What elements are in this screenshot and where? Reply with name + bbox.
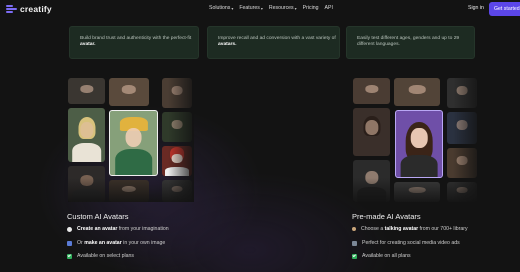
avatar-tile <box>394 182 440 202</box>
brand-logo[interactable]: creatify <box>6 4 52 14</box>
check-icon <box>352 253 357 259</box>
avatar-tile <box>447 78 477 108</box>
menu-features[interactable]: Features ▾ <box>239 5 263 11</box>
get-started-button[interactable]: Get started <box>489 2 520 16</box>
avatar-tile <box>447 112 477 144</box>
avatar-tile-featured <box>395 110 443 178</box>
premade-feature-item: Perfect for creating social media video … <box>352 240 460 246</box>
custom-feature-item: Create an avatar from your imagination <box>67 226 169 232</box>
custom-feature-item: Available on select plans <box>67 253 134 259</box>
main-menu: Solutions ▾ Features ▾ Resources ▾ Pricing … <box>209 5 333 11</box>
grid-icon <box>352 240 357 246</box>
avatar-tile-santa <box>162 146 192 176</box>
avatar-tile <box>353 108 390 156</box>
avatar-tile <box>447 182 477 202</box>
custom-avatars-title: Custom AI Avatars <box>67 212 129 221</box>
benefit-card-languages: Easily test different ages, genders and … <box>346 26 475 59</box>
avatar-tile <box>68 108 105 162</box>
avatar-tile <box>353 160 390 202</box>
custom-avatar-grid <box>68 78 194 202</box>
people-icon <box>352 227 356 231</box>
logo-icon <box>6 4 17 14</box>
check-icon <box>67 253 72 259</box>
sparkle-icon <box>67 226 72 232</box>
menu-pricing[interactable]: Pricing <box>303 5 319 11</box>
benefit-card-recall: Improve recall and ad conversion with a … <box>207 26 340 59</box>
avatar-tile <box>162 78 192 108</box>
premade-avatars-title: Pre-made AI Avatars <box>352 212 421 221</box>
avatar-tile <box>394 78 440 106</box>
chevron-down-icon: ▾ <box>260 5 263 11</box>
avatar-tile <box>447 148 477 178</box>
sign-in-link[interactable]: Sign in <box>468 5 484 11</box>
top-nav: creatify Solutions ▾ Features ▾ Resources ▾… <box>0 0 520 19</box>
brand-name: creatify <box>20 4 52 14</box>
avatar-tile <box>68 166 105 202</box>
menu-api[interactable]: API <box>325 5 333 11</box>
avatar-tile <box>109 180 149 202</box>
menu-resources[interactable]: Resources ▾ <box>269 5 297 11</box>
chevron-down-icon: ▾ <box>294 5 297 11</box>
avatar-tile <box>109 78 149 106</box>
image-icon <box>67 240 72 246</box>
avatar-tile <box>162 112 192 142</box>
chevron-down-icon: ▾ <box>231 5 234 11</box>
benefit-card-trust: Build brand trust and authenticity with … <box>69 26 199 59</box>
menu-solutions[interactable]: Solutions ▾ <box>209 5 233 11</box>
premade-avatar-grid <box>353 78 479 202</box>
premade-feature-item: Available on all plans <box>352 253 411 259</box>
avatar-tile-featured <box>109 110 158 176</box>
avatar-tile <box>68 78 105 104</box>
avatar-tile <box>353 78 390 104</box>
custom-feature-item: Or make an avatar in your own image <box>67 240 165 246</box>
avatar-tile <box>162 180 192 202</box>
premade-feature-item: Choose a talking avatar from our 700+ li… <box>352 226 468 232</box>
